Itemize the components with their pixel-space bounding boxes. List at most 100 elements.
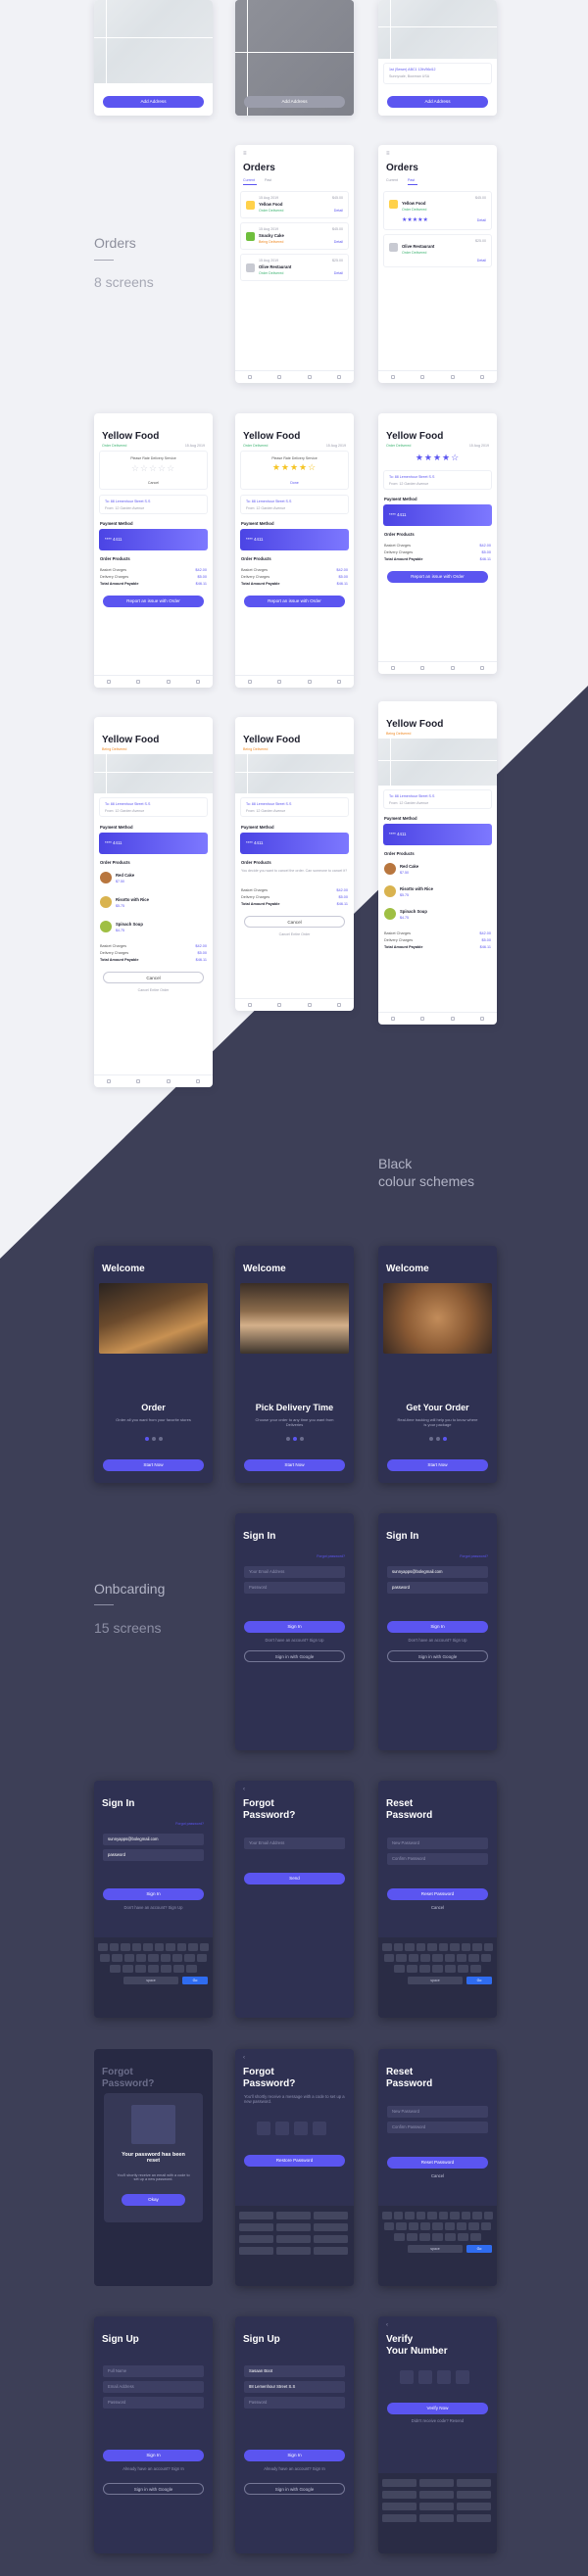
keyboard-key[interactable] <box>438 2212 448 2219</box>
reset-password-button[interactable]: Reset Password <box>387 2157 488 2169</box>
keyboard-key[interactable] <box>122 1965 133 1973</box>
order-detail-link[interactable]: Detail <box>477 259 486 262</box>
profile-icon[interactable] <box>336 1003 341 1007</box>
keyboard-key[interactable] <box>468 1954 479 1962</box>
keyboard-key[interactable] <box>432 1965 443 1973</box>
orders-icon[interactable] <box>136 1079 141 1083</box>
keyboard-key[interactable] <box>419 1965 430 1973</box>
keyboard-key[interactable] <box>444 2222 455 2230</box>
keypad-key[interactable] <box>314 2223 348 2231</box>
email-field[interactable]: sunnyapps@bolegmail.com <box>387 1566 488 1578</box>
orders-icon[interactable] <box>136 680 141 684</box>
keypad-key[interactable] <box>314 2247 348 2255</box>
tab-current[interactable]: Current <box>386 178 398 182</box>
keypad-key[interactable] <box>457 2479 491 2487</box>
home-icon[interactable] <box>391 375 396 379</box>
keyboard-key[interactable] <box>432 1954 443 1962</box>
keyboard-key[interactable] <box>393 2212 403 2219</box>
keyboard-key[interactable] <box>384 1954 395 1962</box>
keyboard-key[interactable] <box>408 1954 418 1962</box>
forgot-password-link[interactable]: Forgot password? <box>460 1554 488 1558</box>
home-icon[interactable] <box>107 680 112 684</box>
keypad-key[interactable] <box>419 2514 454 2522</box>
payment-card[interactable]: **** 4411 <box>240 529 349 550</box>
keyboard-key[interactable] <box>184 1954 195 1962</box>
keyboard-key[interactable] <box>172 1954 183 1962</box>
orders-icon[interactable] <box>420 666 425 670</box>
new-password-field[interactable]: New Password <box>387 1837 488 1849</box>
report-issue-button[interactable]: Report an issue with Order <box>387 571 488 583</box>
keyboard-key[interactable] <box>407 2233 417 2241</box>
full-name-field[interactable]: Full Name <box>103 2365 204 2377</box>
code-box[interactable] <box>437 2370 451 2384</box>
sign-up-button[interactable]: Sign In <box>103 2450 204 2461</box>
keyboard-key[interactable] <box>131 1943 141 1951</box>
sign-in-button[interactable]: Sign In <box>387 1621 488 1633</box>
cancel-button[interactable]: Cancel <box>244 916 345 928</box>
back-arrow-icon[interactable]: ‹ <box>243 1787 245 1792</box>
keyboard-key[interactable] <box>123 1954 134 1962</box>
profile-icon[interactable] <box>195 1079 200 1083</box>
cart-icon[interactable] <box>307 1003 312 1007</box>
tracking-map[interactable] <box>378 739 497 786</box>
email-field[interactable]: 88 Lemenhour Street S.S <box>244 2381 345 2393</box>
back-arrow-icon[interactable]: ‹ <box>243 2055 245 2061</box>
cancel-entire-order-link[interactable]: Cancel Entire Order <box>94 988 213 992</box>
keyboard-key[interactable] <box>450 2212 460 2219</box>
profile-icon[interactable] <box>479 1017 484 1021</box>
profile-icon[interactable] <box>479 375 484 379</box>
full-name-field[interactable]: Sasaan Boot <box>244 2365 345 2377</box>
email-field[interactable]: sunnyapps@bolegmail.com <box>103 1834 204 1845</box>
keyboard-key[interactable] <box>468 2222 479 2230</box>
cancel-link[interactable]: Cancel <box>378 2173 497 2178</box>
keyboard-key[interactable] <box>458 1965 468 1973</box>
keyboard-key[interactable] <box>394 2233 405 2241</box>
code-box[interactable] <box>418 2370 432 2384</box>
keyboard-key[interactable] <box>432 2233 443 2241</box>
keyboard-key[interactable] <box>199 1943 209 1951</box>
add-address-button[interactable]: Add Address <box>387 96 488 108</box>
keyboard-key[interactable] <box>176 1943 186 1951</box>
send-button[interactable]: Send <box>244 1873 345 1884</box>
home-icon[interactable] <box>248 1003 253 1007</box>
keypad-key[interactable] <box>457 2514 491 2522</box>
report-issue-button[interactable]: Report an issue with Order <box>103 596 204 607</box>
google-signin-button[interactable]: Sign in with Google <box>387 1650 488 1662</box>
keyboard-key[interactable] <box>160 1954 171 1962</box>
numeric-keypad[interactable] <box>235 2206 354 2286</box>
add-address-button[interactable]: Add Address <box>103 96 204 108</box>
cart-icon[interactable] <box>307 680 312 684</box>
keyboard-key[interactable] <box>420 1954 431 1962</box>
keyboard-key[interactable] <box>161 1965 172 1973</box>
cart-icon[interactable] <box>166 1079 171 1083</box>
keypad-key[interactable] <box>314 2212 348 2219</box>
keypad-key[interactable] <box>239 2212 273 2219</box>
keyboard-key[interactable] <box>166 1943 175 1951</box>
home-icon[interactable] <box>248 680 253 684</box>
cart-icon[interactable] <box>450 1017 455 1021</box>
keypad-key[interactable] <box>419 2503 454 2510</box>
keyboard-key[interactable] <box>472 2212 482 2219</box>
order-detail-link[interactable]: Detail <box>334 209 343 213</box>
add-address-button[interactable]: Add Address <box>244 96 345 108</box>
home-icon[interactable] <box>391 1017 396 1021</box>
signin-prompt[interactable]: Already have an account? Sign In <box>94 2466 213 2471</box>
keyboard-key[interactable] <box>416 1943 425 1951</box>
cart-icon[interactable] <box>166 680 171 684</box>
keyboard-key[interactable] <box>112 1954 122 1962</box>
keyboard[interactable]: space Go <box>378 1937 497 2018</box>
keyboard-key[interactable] <box>480 1954 491 1962</box>
sign-up-button[interactable]: Sign In <box>244 2450 345 2461</box>
confirm-password-field[interactable]: Confirm Password <box>387 2122 488 2133</box>
code-box[interactable] <box>294 2122 308 2135</box>
signup-prompt[interactable]: Don't have an account? Sign Up <box>94 1905 213 1910</box>
order-detail-link[interactable]: Detail <box>477 218 486 222</box>
google-signin-button[interactable]: Sign in with Google <box>103 2483 204 2495</box>
back-arrow-icon[interactable]: ‹ <box>386 2322 388 2328</box>
reset-password-button[interactable]: Reset Password <box>387 1888 488 1900</box>
payment-card[interactable]: **** 4411 <box>99 833 208 854</box>
keypad-key[interactable] <box>457 2491 491 2499</box>
keypad-key[interactable] <box>419 2491 454 2499</box>
space-key[interactable]: space <box>408 2245 463 2253</box>
keyboard[interactable]: space Go <box>94 1937 213 2018</box>
